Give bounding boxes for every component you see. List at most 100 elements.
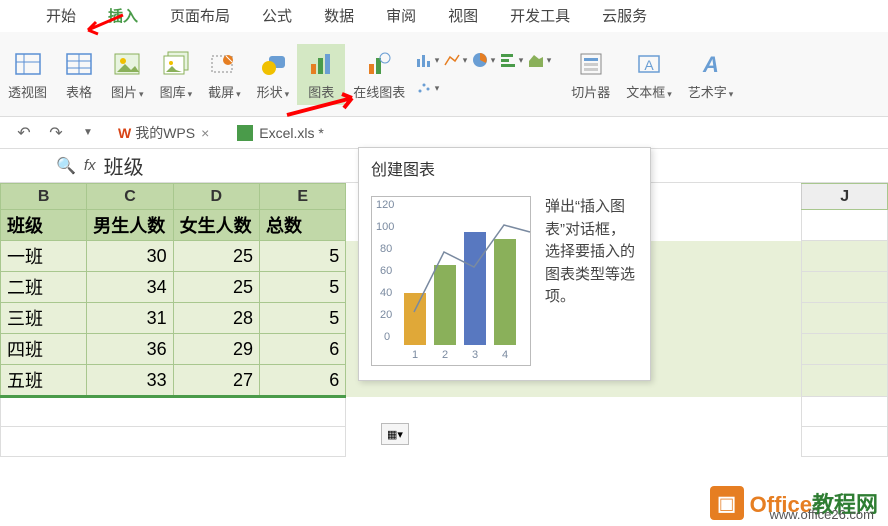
picture-button[interactable]: 图片▾ xyxy=(103,44,152,105)
chart-tooltip: 创建图表 120 100 80 60 40 20 0 1 2 3 4 弹出“插入… xyxy=(358,147,651,381)
pivot-view-button[interactable]: 透视图 xyxy=(0,44,55,105)
shapes-button[interactable]: 形状▾ xyxy=(249,44,298,105)
cell[interactable]: 5 xyxy=(260,272,346,303)
cell[interactable]: 25 xyxy=(173,272,259,303)
cell[interactable] xyxy=(802,397,888,427)
cell[interactable]: 5 xyxy=(260,241,346,272)
doc-tab-file-label: Excel.xls * xyxy=(259,125,324,141)
doc-tab-file[interactable]: Excel.xls * xyxy=(229,121,332,145)
online-chart-icon xyxy=(363,48,395,80)
picture-label: 图片▾ xyxy=(111,82,144,101)
wordart-icon: A xyxy=(695,48,727,80)
ribbon: 透视图 表格 图片▾ 图库▾ 截屏▾ 形状▾ 图表 在线图表 ▾ ▾ ▾ ▾ ▾… xyxy=(0,32,888,117)
redo-button[interactable]: ↷ xyxy=(44,121,68,145)
cell[interactable] xyxy=(1,397,346,427)
watermark-url: www.office26.com xyxy=(769,507,874,522)
cell[interactable]: 6 xyxy=(260,365,346,397)
cell[interactable]: 四班 xyxy=(1,334,87,365)
wordart-button[interactable]: A 艺术字▾ xyxy=(680,44,742,105)
screenshot-button[interactable]: 截屏▾ xyxy=(200,44,249,105)
picture-icon xyxy=(111,48,143,80)
col-header-b[interactable]: B xyxy=(1,184,87,210)
cell[interactable]: 二班 xyxy=(1,272,87,303)
cell[interactable] xyxy=(802,427,888,457)
pie-chart-small-button[interactable]: ▾ xyxy=(471,48,495,72)
cell[interactable]: 三班 xyxy=(1,303,87,334)
tab-dev-tools[interactable]: 开发工具 xyxy=(494,0,586,32)
header-class[interactable]: 班级 xyxy=(1,210,87,241)
cell[interactable]: 6 xyxy=(260,334,346,365)
screenshot-icon xyxy=(208,48,240,80)
cell[interactable]: 30 xyxy=(87,241,173,272)
cell[interactable]: 27 xyxy=(173,365,259,397)
tab-review[interactable]: 审阅 xyxy=(370,0,432,32)
tab-insert[interactable]: 插入 xyxy=(92,0,154,32)
table-icon xyxy=(63,48,95,80)
online-chart-button[interactable]: 在线图表 xyxy=(345,44,413,105)
cell[interactable] xyxy=(1,427,346,457)
col-header-e[interactable]: E xyxy=(260,184,346,210)
line-chart-small-button[interactable]: ▾ xyxy=(443,48,467,72)
hbar-chart-small-button[interactable]: ▾ xyxy=(499,48,523,72)
cell[interactable]: 28 xyxy=(173,303,259,334)
tab-formula[interactable]: 公式 xyxy=(246,0,308,32)
cell[interactable]: 25 xyxy=(173,241,259,272)
shapes-label: 形状▾ xyxy=(257,82,290,101)
header-boys[interactable]: 男生人数 xyxy=(87,210,173,241)
col-header-c[interactable]: C xyxy=(87,184,173,210)
textbox-button[interactable]: A 文本框▾ xyxy=(618,44,680,105)
gallery-button[interactable]: 图库▾ xyxy=(152,44,201,105)
col-header-j[interactable]: J xyxy=(802,184,888,210)
tab-page-layout[interactable]: 页面布局 xyxy=(154,0,246,32)
dropdown-button[interactable]: ▼ xyxy=(76,121,100,145)
tab-cloud[interactable]: 云服务 xyxy=(586,0,663,32)
tab-start[interactable]: 开始 xyxy=(30,0,92,32)
undo-button[interactable]: ↶ xyxy=(12,121,36,145)
cell[interactable]: 33 xyxy=(87,365,173,397)
tooltip-chart-preview: 120 100 80 60 40 20 0 1 2 3 4 xyxy=(371,196,531,366)
paste-options-button[interactable]: ▦▾ xyxy=(381,423,409,445)
cell[interactable]: 31 xyxy=(87,303,173,334)
cell[interactable] xyxy=(802,303,888,334)
svg-text:A: A xyxy=(644,57,654,73)
cell[interactable] xyxy=(802,241,888,272)
header-total[interactable]: 总数 xyxy=(260,210,346,241)
wordart-label: 艺术字▾ xyxy=(688,82,734,101)
cell[interactable]: 五班 xyxy=(1,365,87,397)
table-label: 表格 xyxy=(66,82,92,101)
slicer-button[interactable]: 切片器 xyxy=(563,44,618,105)
col-header-d[interactable]: D xyxy=(173,184,259,210)
area-chart-small-button[interactable]: ▾ xyxy=(527,48,551,72)
doc-tab-wps-label: 我的WPS xyxy=(135,123,195,143)
document-tab-bar: ↶ ↷ ▼ W 我的WPS × Excel.xls * xyxy=(0,117,888,149)
chart-icon xyxy=(305,48,337,80)
tab-data[interactable]: 数据 xyxy=(308,0,370,32)
svg-text:A: A xyxy=(702,52,719,77)
cell[interactable] xyxy=(802,272,888,303)
scatter-chart-small-button[interactable]: ▾ xyxy=(415,76,439,100)
doc-tab-wps[interactable]: W 我的WPS × xyxy=(110,119,217,147)
office-logo-icon: ▣ xyxy=(710,486,744,520)
chart-label: 图表 xyxy=(308,82,334,101)
bar-chart-small-button[interactable]: ▾ xyxy=(415,48,439,72)
pivot-view-icon xyxy=(12,48,44,80)
wps-icon: W xyxy=(118,125,131,141)
chart-button[interactable]: 图表 xyxy=(297,44,345,105)
header-girls[interactable]: 女生人数 xyxy=(173,210,259,241)
table-button[interactable]: 表格 xyxy=(55,44,103,105)
ribbon-tabs: 开始 插入 页面布局 公式 数据 审阅 视图 开发工具 云服务 xyxy=(0,0,888,32)
cell[interactable] xyxy=(802,334,888,365)
cell[interactable]: 一班 xyxy=(1,241,87,272)
magnifier-icon[interactable]: 🔍 xyxy=(56,156,76,176)
online-chart-label: 在线图表 xyxy=(353,82,405,101)
fx-label[interactable]: fx xyxy=(84,157,96,174)
close-icon[interactable]: × xyxy=(201,125,209,141)
tab-view[interactable]: 视图 xyxy=(432,0,494,32)
cell[interactable]: 5 xyxy=(260,303,346,334)
cell[interactable]: 36 xyxy=(87,334,173,365)
cell[interactable] xyxy=(802,365,888,397)
cell[interactable]: 29 xyxy=(173,334,259,365)
cell[interactable]: 34 xyxy=(87,272,173,303)
cell[interactable] xyxy=(802,210,888,241)
textbox-label: 文本框▾ xyxy=(626,82,672,101)
